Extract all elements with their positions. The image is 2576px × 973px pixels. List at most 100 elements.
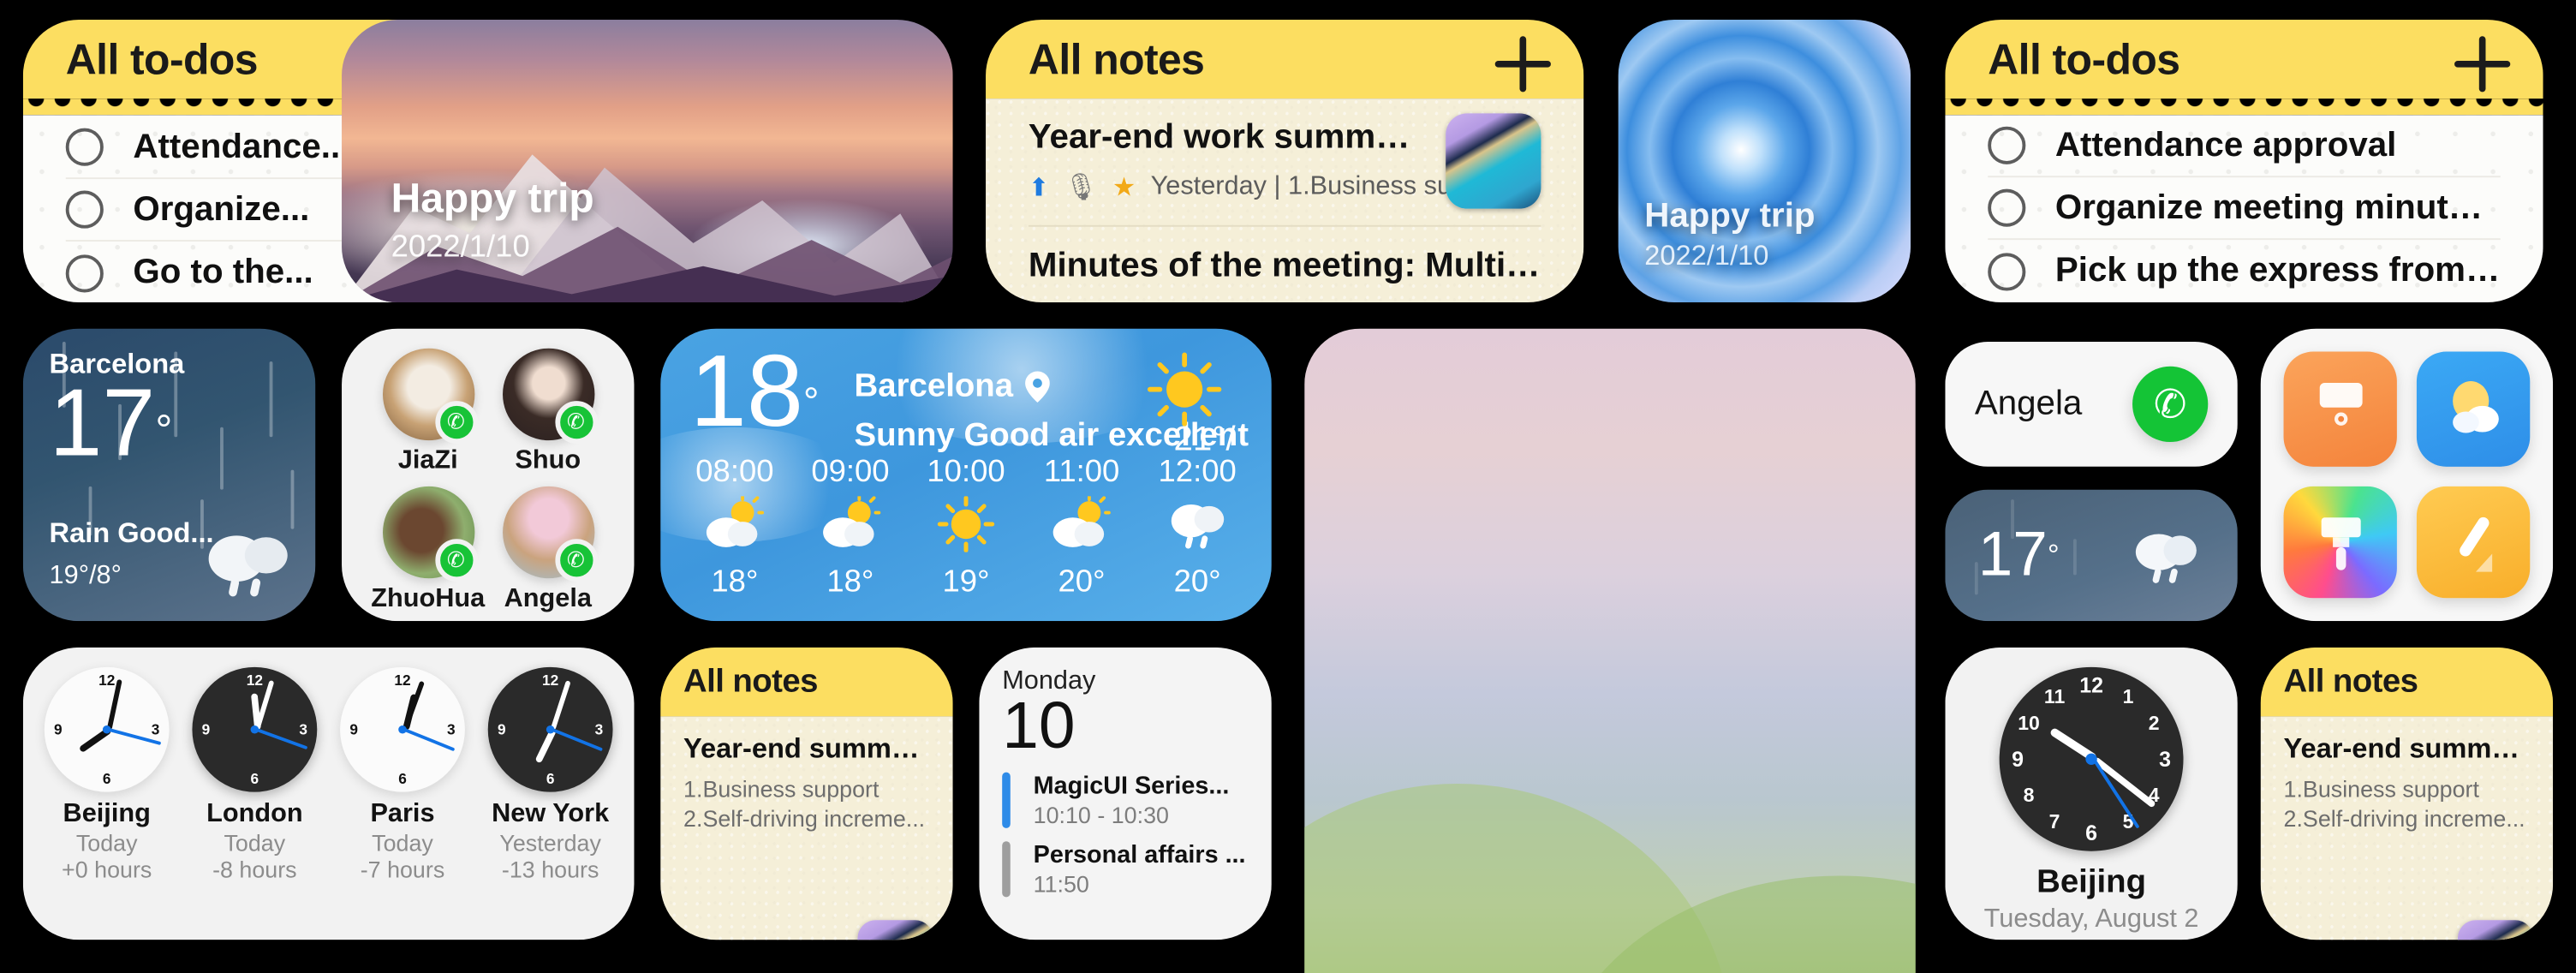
widget-photo-meadow[interactable]: Happy New Year 2022/1/10: [1304, 328, 1916, 973]
event-color-bar: [1002, 841, 1011, 898]
phone-icon[interactable]: ✆: [554, 401, 598, 444]
widget-weather-mini[interactable]: 17°: [1945, 489, 2238, 622]
todo-label: Attendance approval: [2054, 125, 2397, 164]
sun-icon: [937, 495, 995, 553]
clock-pivot: [250, 725, 259, 734]
wallet-app-icon[interactable]: [2283, 351, 2397, 467]
clock-item[interactable]: 12 3 6 9 Paris Today -7 hours: [329, 666, 477, 923]
clock-date: Tuesday, August 2: [1983, 905, 2199, 934]
checkbox-circle-icon[interactable]: [65, 128, 104, 166]
widget-weather-large[interactable]: 18° Barcelona Sunny Good air excellent 2…: [660, 328, 1272, 622]
widget-call-shortcut[interactable]: Angela ✆: [1945, 342, 2238, 467]
widget-weather-small[interactable]: Barcelona 17° Rain Good... 19°/8°: [22, 328, 316, 622]
clock-item[interactable]: 12 3 6 9 Beijing Today +0 hours: [33, 666, 181, 923]
clock-beijing-body: 12 3 6 9 1 2 4 5 7 8 10 11 Beijing Tuesd…: [1945, 647, 2238, 940]
avatar[interactable]: ✆: [502, 348, 598, 444]
widget-world-clocks[interactable]: 12 3 6 9 Beijing Today +0 hours 12 3 6 9…: [22, 647, 635, 940]
todos-small-title: All to-dos: [65, 33, 259, 83]
plus-icon[interactable]: [2454, 36, 2511, 93]
checkbox-circle-icon[interactable]: [1988, 126, 2026, 164]
phone-icon[interactable]: ✆: [2132, 366, 2209, 443]
todos-large-list: Attendance approval Organize meeting min…: [1945, 115, 2543, 302]
notes-small-right-body[interactable]: Year-end summary 1.Business support 2.Se…: [2261, 716, 2553, 940]
clock-number: 12: [2079, 672, 2103, 698]
avatar[interactable]: ✆: [382, 486, 478, 582]
contact-item[interactable]: ✆ JiaZi: [368, 348, 488, 477]
notes-app-icon[interactable]: [2416, 486, 2531, 599]
clock-number: 9: [2012, 746, 2024, 772]
checkbox-circle-icon[interactable]: [65, 190, 104, 229]
clock-item[interactable]: 12 3 6 9 New York Yesterday -13 hours: [476, 666, 624, 923]
clock-number: 6: [398, 769, 407, 787]
calendar-event[interactable]: Personal affairs ... 11:50: [1002, 841, 1249, 898]
widget-notes-large[interactable]: All notes Year-end work summary ⬆ 🎙 ★ Ye…: [986, 20, 1584, 302]
themes-app-icon[interactable]: [2283, 486, 2397, 599]
phone-icon[interactable]: ✆: [434, 539, 478, 582]
contact-item[interactable]: ✆ Angela: [488, 486, 608, 615]
widget-contacts[interactable]: ✆ JiaZi ✆ Shuo ✆ ZhuoHua ✆ Angela: [342, 328, 635, 622]
note-item[interactable]: Minutes of the meeting: Multi-screen col…: [1029, 227, 1541, 302]
weather-large-city: Barcelona: [854, 367, 1014, 404]
calendar-day: 10: [1002, 689, 1076, 763]
widget-notes-small[interactable]: All notes Year-end summary 1.Business su…: [660, 647, 953, 940]
scallop-edge: [1945, 98, 2543, 116]
phone-icon[interactable]: ✆: [554, 539, 598, 582]
widget-photo-water[interactable]: Happy trip 2022/1/10: [1618, 20, 1911, 302]
todo-item[interactable]: Attendance approval: [1988, 115, 2501, 178]
weather-app-icon[interactable]: [2416, 351, 2531, 467]
clock-day: Yesterday: [499, 829, 601, 857]
mountain-photo: Happy trip 2022/1/10: [342, 20, 953, 302]
notes-large-list: Year-end work summary ⬆ 🎙 ★ Yesterday | …: [986, 98, 1583, 302]
checkbox-circle-icon[interactable]: [1988, 252, 2026, 290]
star-icon: ★: [1029, 299, 1052, 302]
notes-small-body[interactable]: Year-end summary 1.Business support 2.Se…: [660, 716, 952, 940]
contact-name: JiaZi: [397, 446, 458, 475]
sun-cloud-icon: [707, 494, 765, 547]
avatar[interactable]: ✆: [502, 486, 598, 582]
clock-day: Today: [372, 829, 433, 857]
meadow-photo: Happy New Year 2022/1/10: [1304, 328, 1916, 973]
degree-symbol: °: [803, 380, 820, 426]
todo-item[interactable]: Organize meeting minutes and reply to...: [1988, 177, 2501, 241]
notes-small-header: All notes: [660, 647, 953, 717]
todo-item[interactable]: Pick up the express from the express: [1988, 240, 2501, 302]
contact-item[interactable]: ✆ ZhuoHua: [368, 486, 488, 615]
notes-small-right-title: All notes: [2283, 663, 2418, 700]
widget-app-grid[interactable]: [2260, 328, 2554, 622]
clock-city: Beijing: [2036, 864, 2147, 901]
checkbox-circle-icon[interactable]: [65, 254, 104, 292]
call-shortcut-body[interactable]: Angela ✆: [1945, 342, 2238, 467]
widget-photo-mountains[interactable]: Happy trip 2022/1/10: [342, 20, 953, 302]
contact-item[interactable]: ✆ Shuo: [488, 348, 608, 477]
widget-clock-beijing[interactable]: 12 3 6 9 1 2 4 5 7 8 10 11 Beijing Tuesd…: [1945, 647, 2238, 940]
photo-title: Happy trip: [1644, 197, 1816, 236]
rain-cloud-icon: [208, 535, 288, 597]
event-color-bar: [1002, 772, 1011, 828]
note-item[interactable]: Year-end work summary ⬆ 🎙 ★ Yesterday | …: [1028, 98, 1541, 227]
world-clocks-body: 12 3 6 9 Beijing Today +0 hours 12 3 6 9…: [22, 647, 635, 940]
clock-number: 10: [2018, 710, 2040, 734]
weather-mini-body: 17°: [1945, 489, 2238, 622]
clock-pivot: [2085, 753, 2097, 765]
rain-cloud-icon: [1171, 504, 1224, 549]
widget-calendar[interactable]: Monday 10 MagicUI Series... 10:10 - 10:3…: [979, 647, 1272, 940]
photo-title: Happy trip: [391, 176, 594, 222]
rain-streak: [290, 469, 295, 529]
widget-wall: All to-dos Attendance... Organize... Go …: [0, 0, 2576, 973]
clock-item[interactable]: 12 3 6 9 London Today -8 hours: [181, 666, 329, 923]
calendar-event[interactable]: MagicUI Series... 10:10 - 10:30: [1002, 772, 1249, 828]
widget-notes-small-right[interactable]: All notes Year-end summary 1.Business su…: [2260, 647, 2554, 940]
photo-caption: Happy trip 2022/1/10: [1644, 197, 1815, 272]
contact-name: Angela: [1974, 384, 2083, 423]
sun-cloud-icon: [1053, 494, 1112, 547]
todo-label: Attendance...: [133, 127, 350, 165]
notes-large-header: All notes: [986, 20, 1584, 99]
plus-icon[interactable]: [1494, 36, 1551, 93]
checkbox-circle-icon[interactable]: [1988, 188, 2026, 227]
phone-icon[interactable]: ✆: [434, 401, 478, 444]
widget-todos-large[interactable]: All to-dos Attendance approval Organize …: [1945, 20, 2543, 302]
hourly-temp: 20°: [1173, 564, 1221, 600]
hourly-time: 11:00: [1043, 455, 1120, 490]
avatar[interactable]: ✆: [382, 348, 478, 444]
todo-label: Go to the...: [133, 253, 313, 291]
